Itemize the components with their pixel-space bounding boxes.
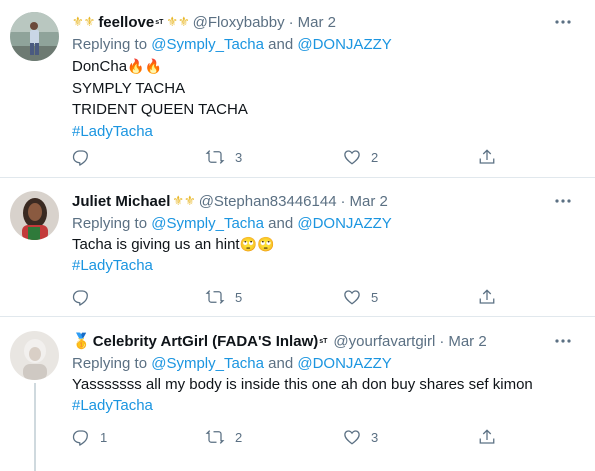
name-superscript: sT <box>319 337 328 345</box>
tweet-text-line: Yasssssss all my body is inside this one… <box>72 376 533 393</box>
replying-to: Replying to @Symply_Tacha and @DONJAZZY <box>72 215 392 232</box>
like-button[interactable]: 2 <box>343 147 378 167</box>
crown-icon: ⚜⚜ <box>72 14 96 29</box>
handle[interactable]: @yourfavartgirl <box>333 333 435 350</box>
hashtag-line: #LadyTacha <box>72 257 153 274</box>
heart-icon <box>344 150 360 165</box>
tweet-header: ⚜⚜ feellove sT ⚜⚜ @Floxybabby · Mar 2 <box>72 12 336 32</box>
like-count: 5 <box>371 289 379 305</box>
share-button[interactable] <box>478 427 496 447</box>
replying-to-label: Replying to <box>72 215 148 232</box>
hashtag-line: #LadyTacha <box>72 123 153 140</box>
retweet-count: 3 <box>235 149 243 165</box>
heart-icon <box>344 430 360 445</box>
mention-link[interactable]: @DONJAZZY <box>297 215 391 232</box>
tweet-text-line: TRIDENT QUEEN TACHA <box>72 101 248 118</box>
like-button[interactable]: 5 <box>343 287 378 307</box>
mention-link[interactable]: @Symply_Tacha <box>151 36 264 53</box>
display-name[interactable]: feellove <box>98 14 154 31</box>
mention-link[interactable]: @DONJAZZY <box>297 36 391 53</box>
tweet-date[interactable]: Mar 2 <box>298 14 336 31</box>
thread-line <box>34 383 36 471</box>
and-label: and <box>268 355 294 372</box>
fire-emoji: 🔥🔥 <box>127 58 162 74</box>
tweet-actions: 1 2 3 <box>72 427 512 447</box>
handle[interactable]: @Stephan83446144 <box>199 193 337 210</box>
tweet-actions: 5 5 <box>72 287 512 307</box>
tweet-text: DonCha <box>72 58 128 75</box>
tweet-actions: 3 2 <box>72 147 512 167</box>
crown-icon: ⚜⚜ <box>166 14 190 29</box>
eye-roll-emoji: 🙄🙄 <box>239 236 275 252</box>
retweet-icon <box>205 290 225 304</box>
more-icon[interactable] <box>553 14 573 30</box>
heart-icon <box>344 290 360 305</box>
reply-icon <box>72 150 88 166</box>
reply-button[interactable] <box>72 147 100 167</box>
more-icon[interactable] <box>553 333 573 349</box>
reply-button[interactable] <box>72 287 100 307</box>
share-icon <box>479 149 495 164</box>
like-count: 2 <box>371 149 379 165</box>
reply-icon <box>72 430 88 446</box>
replying-to: Replying to @Symply_Tacha and @DONJAZZY <box>72 355 392 372</box>
reply-icon <box>72 290 88 306</box>
retweet-count: 5 <box>235 289 243 305</box>
reply-count: 1 <box>100 429 108 445</box>
avatar[interactable] <box>10 191 59 240</box>
hashtag-line: #LadyTacha <box>72 397 153 414</box>
hashtag-link[interactable]: #LadyTacha <box>72 123 153 140</box>
avatar[interactable] <box>10 12 59 61</box>
tweet-2[interactable]: Juliet Michael ⚜⚜ @Stephan83446144 · Mar… <box>0 178 595 316</box>
tweet-text-line: Tacha is giving us an hint🙄🙄 <box>72 236 274 253</box>
retweet-count: 2 <box>235 429 243 445</box>
retweet-button[interactable]: 2 <box>205 427 242 447</box>
separator: · <box>288 13 294 31</box>
retweet-button[interactable]: 3 <box>205 147 242 167</box>
more-icon[interactable] <box>553 193 573 209</box>
separator: · <box>340 192 346 210</box>
share-icon <box>479 289 495 304</box>
replying-to-label: Replying to <box>72 355 148 372</box>
tweet-3[interactable]: 🥇 Celebrity ArtGirl (FADA'S Inlaw) sT @y… <box>0 317 595 471</box>
tweet-1[interactable]: ⚜⚜ feellove sT ⚜⚜ @Floxybabby · Mar 2 Re… <box>0 0 595 177</box>
handle[interactable]: @Floxybabby <box>193 14 285 31</box>
and-label: and <box>268 36 294 53</box>
hashtag-link[interactable]: #LadyTacha <box>72 397 153 414</box>
display-name[interactable]: Celebrity ArtGirl (FADA'S Inlaw) <box>93 333 319 350</box>
display-name[interactable]: Juliet Michael <box>72 193 170 210</box>
retweet-button[interactable]: 5 <box>205 287 242 307</box>
crown-icon: ⚜⚜ <box>172 193 196 208</box>
reply-button[interactable]: 1 <box>72 427 107 447</box>
and-label: and <box>268 215 294 232</box>
like-button[interactable]: 3 <box>343 427 378 447</box>
like-count: 3 <box>371 429 379 445</box>
retweet-icon <box>205 150 225 164</box>
hashtag-link[interactable]: #LadyTacha <box>72 257 153 274</box>
name-superscript: sT <box>155 18 164 26</box>
mention-link[interactable]: @Symply_Tacha <box>151 355 264 372</box>
mention-link[interactable]: @Symply_Tacha <box>151 215 264 232</box>
avatar[interactable] <box>10 331 59 380</box>
tweet-date[interactable]: Mar 2 <box>448 333 486 350</box>
retweet-icon <box>205 430 225 444</box>
tweet-header: Juliet Michael ⚜⚜ @Stephan83446144 · Mar… <box>72 191 388 211</box>
tweet-text-line: SYMPLY TACHA <box>72 80 186 97</box>
mention-link[interactable]: @DONJAZZY <box>297 355 391 372</box>
share-button[interactable] <box>478 147 496 167</box>
separator: · <box>439 332 445 350</box>
share-button[interactable] <box>478 287 496 307</box>
tweet-text-line: DonCha🔥🔥 <box>72 58 162 75</box>
tweet-text: Tacha is giving us an hint <box>72 236 240 253</box>
share-icon <box>479 429 495 444</box>
tweet-date[interactable]: Mar 2 <box>350 193 388 210</box>
medal-icon: 🥇 <box>72 333 91 350</box>
replying-to: Replying to @Symply_Tacha and @DONJAZZY <box>72 36 392 53</box>
replying-to-label: Replying to <box>72 36 148 53</box>
tweet-header: 🥇 Celebrity ArtGirl (FADA'S Inlaw) sT @y… <box>72 331 487 351</box>
